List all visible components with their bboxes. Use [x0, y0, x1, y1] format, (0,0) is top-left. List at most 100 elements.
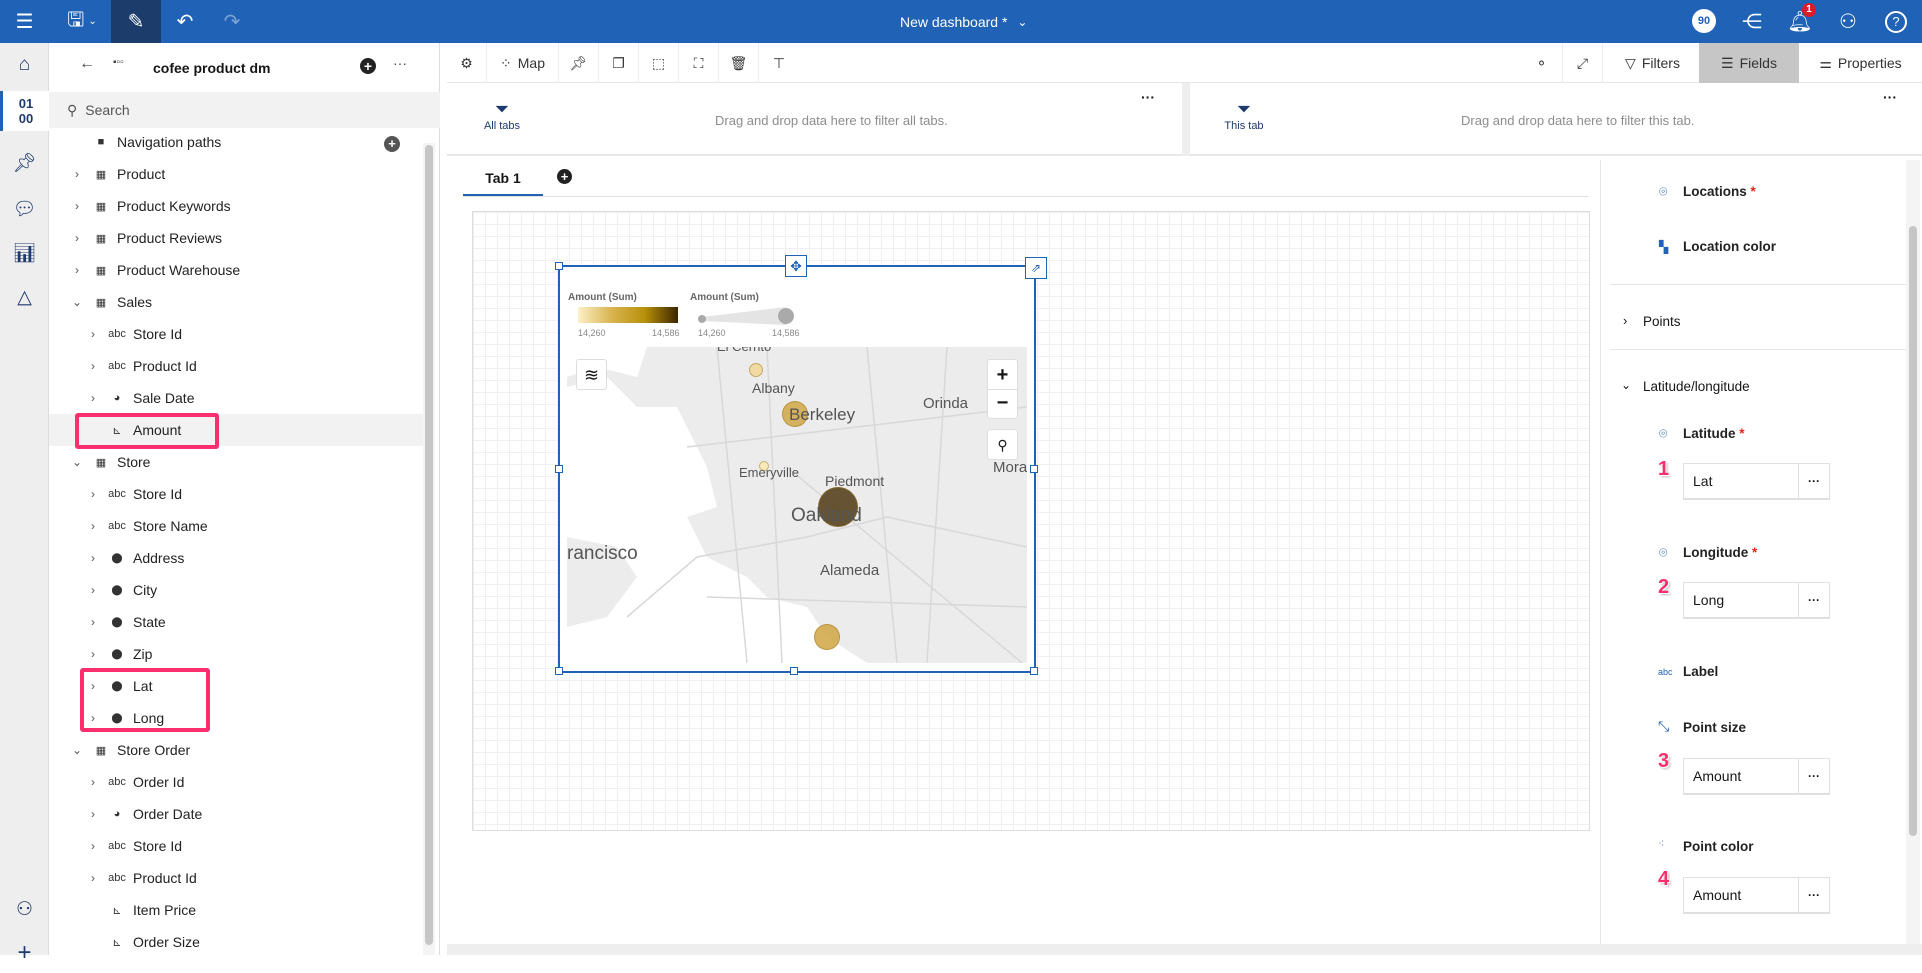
- tree-item[interactable]: › abc Store Name: [49, 510, 423, 542]
- tree-item[interactable]: › ▦ Product Warehouse: [49, 254, 423, 286]
- chevron-right-icon[interactable]: ›: [85, 551, 101, 565]
- chat-icon[interactable]: 💬︎: [0, 189, 49, 229]
- chevron-right-icon[interactable]: ›: [85, 615, 101, 629]
- tree-item[interactable]: › ◕ Order Date: [49, 798, 423, 830]
- chevron-right-icon[interactable]: ›: [69, 263, 85, 277]
- chevron-right-icon[interactable]: ›: [69, 167, 85, 181]
- tree-item[interactable]: › abc Order Id: [49, 766, 423, 798]
- help-icon[interactable]: ?: [1882, 0, 1910, 43]
- back-arrow-icon[interactable]: ←: [79, 55, 95, 73]
- tree-item[interactable]: ⌄ ▦ Sales: [49, 286, 423, 318]
- menu-icon[interactable]: ☰: [0, 0, 49, 43]
- data-icon[interactable]: 01 00: [0, 91, 49, 131]
- chevron-down-icon[interactable]: ⌄: [69, 455, 85, 469]
- chevron-right-icon[interactable]: ›: [85, 391, 101, 405]
- tree-item[interactable]: › ▦ Product: [49, 158, 423, 190]
- chevron-right-icon[interactable]: ›: [69, 199, 85, 213]
- resize-handle[interactable]: [555, 667, 563, 675]
- redo-icon[interactable]: ↷: [215, 0, 249, 43]
- points-section[interactable]: Points: [1643, 314, 1681, 329]
- map-point[interactable]: [749, 363, 763, 377]
- chart-icon[interactable]: 📊︎: [0, 233, 49, 273]
- overflow-menu-icon[interactable]: ···: [1141, 89, 1155, 105]
- overflow-menu-icon[interactable]: ···: [1798, 464, 1829, 498]
- chevron-right-icon[interactable]: ›: [85, 487, 101, 501]
- share-icon[interactable]: ⋲: [1738, 0, 1766, 43]
- chevron-down-icon[interactable]: ⌄: [1017, 15, 1027, 29]
- chevron-down-icon[interactable]: ⌄: [69, 743, 85, 757]
- overflow-menu-icon[interactable]: ···: [1798, 878, 1829, 912]
- resize-handle[interactable]: [1030, 465, 1038, 473]
- tree-item[interactable]: ⌄ ▦ Store Order: [49, 734, 423, 766]
- all-tabs-filter[interactable]: ⏷ All tabs: [480, 99, 524, 132]
- chevron-right-icon[interactable]: ›: [85, 775, 101, 789]
- expand-icon[interactable]: ⤢: [1563, 43, 1603, 83]
- label-slot[interactable]: Label: [1683, 664, 1718, 679]
- latitude-field[interactable]: Lat ···: [1683, 463, 1830, 500]
- map-search-icon[interactable]: ⚲: [987, 429, 1018, 460]
- resize-handle[interactable]: [790, 667, 798, 675]
- map-area[interactable]: El Cerrito Albany Berkeley Orinda Emeryville…: [567, 347, 1027, 663]
- user-icon[interactable]: ⚇: [1834, 0, 1862, 43]
- save-icon[interactable]: 🖫 ⌄: [58, 0, 106, 43]
- tree-item[interactable]: › ⬤ Zip: [49, 638, 423, 670]
- chevron-right-icon[interactable]: ›: [85, 647, 101, 661]
- tree-item[interactable]: › ⬤ City: [49, 574, 423, 606]
- connect-icon[interactable]: ⚬: [1521, 43, 1563, 83]
- locations-slot[interactable]: Locations *: [1683, 184, 1756, 199]
- tree-item[interactable]: › ⬤ State: [49, 606, 423, 638]
- chevron-right-icon[interactable]: ›: [85, 839, 101, 853]
- insert-row-icon[interactable]: ⊤: [759, 43, 799, 83]
- user-check-icon[interactable]: ⚇: [0, 889, 49, 929]
- visualization-type-button[interactable]: ⁘ Map: [487, 43, 559, 83]
- tree-item[interactable]: ⌄ ▦ Store: [49, 446, 423, 478]
- zoom-in-icon[interactable]: +: [988, 360, 1017, 390]
- overflow-menu-icon[interactable]: ···: [393, 55, 407, 71]
- map-widget[interactable]: Amount (Sum) 14,260 14,586 Amount (Sum) …: [555, 255, 1047, 675]
- tree-item[interactable]: › abc Store Id: [49, 830, 423, 862]
- latlong-section[interactable]: Latitude/longitude: [1643, 379, 1750, 394]
- chevron-down-icon[interactable]: ⌄: [1621, 378, 1631, 392]
- resize-handle[interactable]: [555, 465, 563, 473]
- tree-item[interactable]: ⊾ Item Price: [49, 894, 423, 926]
- this-tab-drop-zone[interactable]: Drag and drop data here to filter this t…: [1461, 113, 1694, 128]
- tree-item[interactable]: ⊾ Order Size: [49, 926, 423, 955]
- overflow-menu-icon[interactable]: ···: [1883, 89, 1897, 105]
- chevron-right-icon[interactable]: ›: [85, 359, 101, 373]
- layers-icon[interactable]: ≋: [576, 359, 607, 390]
- bottom-splitter[interactable]: [447, 944, 1922, 955]
- fit-content-icon[interactable]: ⛶: [679, 43, 719, 83]
- undo-icon[interactable]: ↶: [168, 0, 202, 43]
- delete-icon[interactable]: 🗑︎: [719, 43, 759, 83]
- map-point[interactable]: [814, 624, 840, 650]
- scrollbar[interactable]: [423, 143, 435, 955]
- point-size-field[interactable]: Amount ···: [1683, 758, 1830, 795]
- splitter[interactable]: [1182, 83, 1190, 156]
- resize-handle[interactable]: [1030, 667, 1038, 675]
- point-color-field[interactable]: Amount ···: [1683, 877, 1830, 914]
- chevron-right-icon[interactable]: ›: [85, 871, 101, 885]
- tree-item[interactable]: ■ Navigation paths: [49, 126, 423, 158]
- tree-item[interactable]: › ▦ Product Keywords: [49, 190, 423, 222]
- properties-button[interactable]: ⚌ Properties: [1799, 43, 1922, 83]
- location-color-slot[interactable]: Location color: [1683, 239, 1776, 254]
- dashboard-title[interactable]: New dashboard * ⌄: [900, 0, 1027, 43]
- chevron-right-icon[interactable]: ›: [1623, 313, 1627, 328]
- chevron-right-icon[interactable]: ›: [69, 231, 85, 245]
- tree-item[interactable]: › ◕ Sale Date: [49, 382, 423, 414]
- widget-settings-icon[interactable]: ⚙: [447, 43, 487, 83]
- chevron-down-icon[interactable]: ⌄: [69, 295, 85, 309]
- resize-handle[interactable]: [555, 262, 563, 270]
- add-tab-icon[interactable]: +: [557, 169, 572, 184]
- shapes-media-icon[interactable]: △: [0, 277, 49, 317]
- home-icon[interactable]: ⌂: [0, 45, 49, 85]
- maximize-icon[interactable]: ⇗: [1025, 257, 1047, 279]
- chevron-right-icon[interactable]: ›: [85, 327, 101, 341]
- add-source-icon[interactable]: +: [360, 58, 376, 74]
- tree-item[interactable]: › ▦ Product Reviews: [49, 222, 423, 254]
- pin-icon[interactable]: 📌︎: [559, 43, 599, 83]
- filters-button[interactable]: ▽ Filters: [1603, 43, 1702, 83]
- pin-icon[interactable]: 📌︎: [0, 143, 49, 183]
- move-icon[interactable]: ✥: [785, 255, 807, 277]
- overflow-menu-icon[interactable]: ···: [1798, 759, 1829, 793]
